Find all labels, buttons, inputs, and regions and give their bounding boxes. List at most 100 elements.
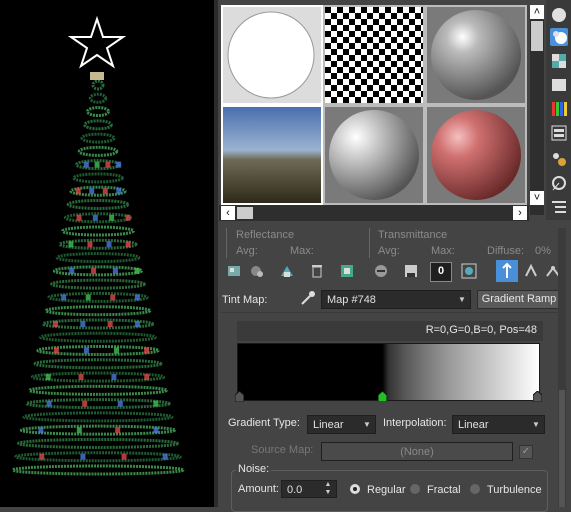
tree-light [82, 400, 88, 407]
chevron-down-icon: ▼ [532, 420, 540, 429]
make-preview-icon[interactable] [550, 124, 568, 142]
tree-ring [85, 106, 111, 118]
side-toolbar [546, 0, 571, 220]
tree-ring [77, 145, 119, 157]
get-material-icon[interactable] [226, 262, 244, 280]
tree-light [76, 214, 82, 221]
put-to-library-icon[interactable] [372, 262, 390, 280]
tree-light [75, 188, 81, 195]
interpolation-dropdown[interactable]: Linear ▼ [452, 415, 545, 434]
tree-light [125, 241, 131, 248]
delete-icon[interactable] [308, 262, 326, 280]
interpolation-value: Linear [458, 419, 489, 431]
tree-ring [55, 252, 141, 264]
panel-scroll-thumb[interactable] [559, 390, 565, 507]
reflectance-avg-label: Avg: [236, 245, 258, 257]
scroll-left-icon[interactable]: ‹ [221, 206, 235, 220]
sample-uv-tiling-icon[interactable] [550, 76, 568, 94]
tree-ring [39, 331, 157, 343]
chevron-down-icon: ▼ [363, 420, 371, 429]
noise-regular-radio[interactable] [350, 484, 360, 494]
sample-slot-3[interactable] [425, 5, 527, 105]
tree-light [76, 427, 82, 434]
scroll-right-icon[interactable]: › [513, 206, 527, 220]
sample-slot-2[interactable] [323, 5, 425, 105]
tree-light [78, 374, 84, 381]
select-by-material-icon[interactable] [550, 174, 568, 192]
gradient-type-value: Linear [313, 419, 344, 431]
noise-turbulence-radio[interactable] [470, 484, 480, 494]
slots-vertical-scrollbar[interactable]: ˄ ˅ [530, 5, 544, 215]
eyedropper-icon[interactable] [300, 290, 316, 306]
video-color-check-icon[interactable] [550, 100, 568, 118]
radio-dot-icon [353, 487, 357, 491]
tree-ring [11, 464, 185, 476]
tree-light [39, 453, 45, 460]
noise-fractal-radio[interactable] [410, 484, 420, 494]
sample-type-icon[interactable] [550, 6, 568, 24]
material-navigator-icon[interactable] [550, 198, 568, 216]
tree-ring [22, 411, 174, 423]
put-to-scene-icon[interactable] [248, 262, 266, 280]
tree-light [105, 161, 111, 168]
transmittance-avg-label: Avg: [378, 245, 400, 257]
chevron-down-icon: ▼ [458, 295, 466, 304]
scroll-down-icon[interactable]: ˅ [530, 191, 544, 205]
tree-ring [19, 424, 177, 436]
tree-light [134, 267, 140, 274]
gradient-flag-selected[interactable] [377, 390, 388, 405]
assign-to-selection-icon[interactable] [278, 262, 296, 280]
tree-light [45, 374, 51, 381]
show-end-result-icon[interactable] [496, 260, 518, 282]
backlight-icon[interactable] [550, 28, 568, 46]
spinner-arrows-icon[interactable]: ▲ ▼ [320, 481, 336, 497]
tree-light [92, 214, 98, 221]
tree-ring [50, 278, 146, 290]
scroll-thumb[interactable] [237, 207, 253, 219]
reflectance-max-label: Max: [290, 245, 314, 257]
tree-light [153, 427, 159, 434]
tree-light [112, 267, 118, 274]
map-type-button[interactable]: Gradient Ramp [477, 290, 561, 309]
go-to-parent-icon[interactable] [522, 262, 540, 280]
material-id-channel[interactable]: 0 [430, 262, 452, 282]
tree-ring [63, 212, 133, 224]
gradient-ramp-bar[interactable] [237, 343, 540, 401]
tint-map-dropdown[interactable]: Map #748 ▼ [321, 290, 471, 309]
options-icon[interactable] [550, 150, 568, 168]
tree-light [107, 320, 113, 327]
source-map-checkbox[interactable]: ✓ [519, 445, 533, 459]
gradient-type-dropdown[interactable]: Linear ▼ [307, 415, 376, 434]
tint-map-label: Tint Map: [222, 294, 268, 306]
tree-light [87, 241, 93, 248]
make-unique-icon[interactable] [338, 262, 356, 280]
background-icon[interactable] [550, 52, 568, 70]
noise-turbulence-label: Turbulence [487, 484, 542, 496]
noise-amount-spinner[interactable]: 0.0 ▲ ▼ [281, 480, 337, 498]
tree-ring [33, 358, 163, 370]
sample-slot-4[interactable] [221, 105, 323, 205]
gradient-type-label: Gradient Type: [228, 417, 300, 429]
tree-light [102, 188, 108, 195]
star-icon [67, 15, 127, 69]
show-shaded-icon[interactable] [460, 262, 478, 280]
tree-light [134, 294, 140, 301]
tree-light [116, 161, 122, 168]
scroll-up-icon[interactable]: ˄ [530, 5, 544, 19]
source-map-button[interactable]: (None) [321, 442, 513, 461]
sample-slot-6[interactable] [425, 105, 527, 205]
viewport[interactable] [0, 0, 214, 507]
tree-light [53, 320, 59, 327]
tree-light [61, 294, 67, 301]
sample-slots-scrollbar[interactable]: ‹ › [219, 205, 529, 221]
gradient-flag-end[interactable] [532, 390, 543, 405]
noise-amount-label: Amount: [238, 483, 279, 495]
tree-light [80, 453, 86, 460]
sample-slot-1[interactable] [221, 5, 323, 105]
material-id-icon[interactable] [402, 262, 420, 280]
sample-slot-5[interactable] [323, 105, 425, 205]
gradient-flag-start[interactable] [234, 390, 245, 405]
tree-light [144, 374, 150, 381]
tree-ring [66, 198, 130, 210]
vertical-scroll-thumb[interactable] [531, 21, 543, 51]
